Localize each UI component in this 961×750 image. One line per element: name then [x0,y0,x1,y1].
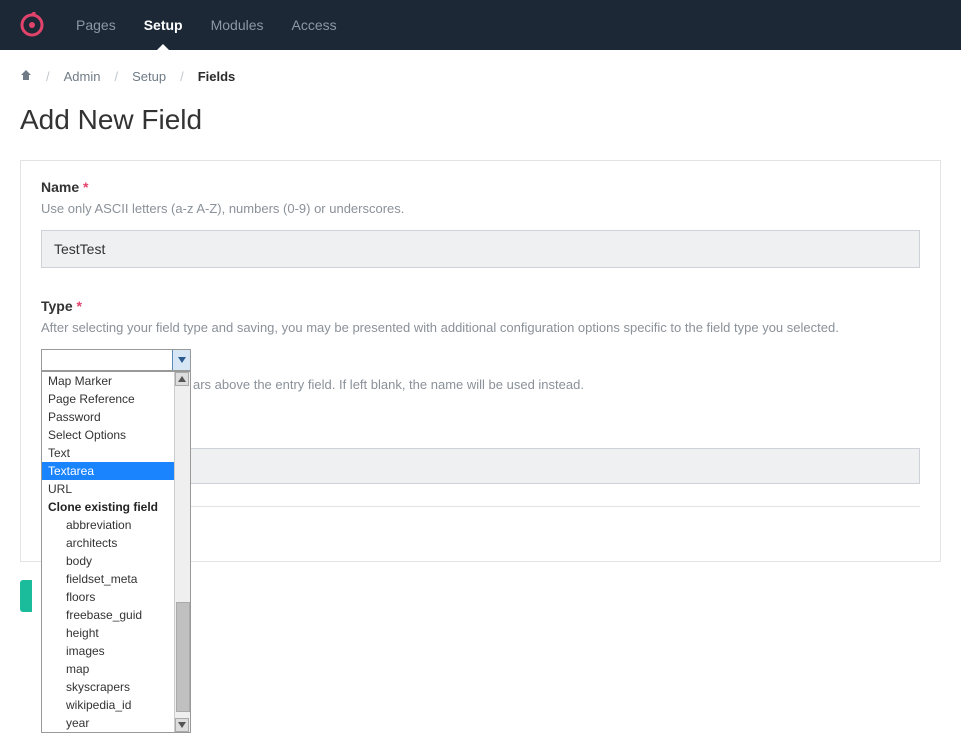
type-select-value [42,350,172,370]
name-label: Name * [41,179,920,195]
clone-floors[interactable]: floors [42,588,174,606]
home-icon[interactable] [20,68,32,84]
option-textarea[interactable]: Textarea [42,462,174,480]
nav-setup[interactable]: Setup [144,0,183,50]
logo-icon[interactable] [18,11,46,39]
option-text[interactable]: Text [42,444,174,462]
form-panel: Name * Use only ASCII letters (a-z A-Z),… [20,160,941,562]
field-type-group: Type * After selecting your field type a… [41,298,920,507]
clone-year[interactable]: year [42,714,174,732]
chevron-down-icon[interactable] [172,350,190,370]
scroll-up-icon[interactable] [175,372,189,386]
option-select-options[interactable]: Select Options [42,426,174,444]
content-area: / Admin / Setup / Fields Add New Field N… [0,50,961,650]
clone-header: Clone existing field [42,498,174,516]
nav-links: Pages Setup Modules Access [76,0,337,50]
type-help: After selecting your field type and savi… [41,320,920,335]
type-select-display[interactable] [41,349,191,371]
clone-map[interactable]: map [42,660,174,678]
required-marker: * [77,298,82,314]
dropdown-scrollbar[interactable] [174,372,190,732]
page-title: Add New Field [20,104,941,136]
crumb-setup[interactable]: Setup [132,69,166,84]
nav-access[interactable]: Access [292,0,337,50]
nav-modules[interactable]: Modules [211,0,264,50]
option-url[interactable]: URL [42,480,174,498]
name-input[interactable] [41,230,920,268]
option-map-marker[interactable]: Map Marker [42,372,174,390]
label-field-help-fragment: ars above the entry field. If left blank… [193,377,920,392]
type-select[interactable]: Map Marker Page Reference Password Selec… [41,349,191,371]
crumb-fields[interactable]: Fields [198,69,236,84]
breadcrumb: / Admin / Setup / Fields [20,68,941,84]
dropdown-list: Map Marker Page Reference Password Selec… [42,372,174,732]
clone-fieldset-meta[interactable]: fieldset_meta [42,570,174,588]
breadcrumb-sep: / [114,69,118,84]
clone-height[interactable]: height [42,624,174,642]
nav-pages[interactable]: Pages [76,0,116,50]
crumb-admin[interactable]: Admin [64,69,101,84]
breadcrumb-sep: / [46,69,50,84]
type-dropdown: Map Marker Page Reference Password Selec… [41,371,191,733]
clone-skyscrapers[interactable]: skyscrapers [42,678,174,696]
save-button[interactable] [20,580,32,612]
scroll-down-icon[interactable] [175,718,189,732]
required-marker: * [83,179,88,195]
clone-images[interactable]: images [42,642,174,660]
type-label: Type * [41,298,920,314]
clone-wikipedia-id[interactable]: wikipedia_id [42,696,174,714]
scroll-thumb[interactable] [176,602,190,712]
name-help: Use only ASCII letters (a-z A-Z), number… [41,201,920,216]
clone-freebase-guid[interactable]: freebase_guid [42,606,174,624]
top-nav: Pages Setup Modules Access [0,0,961,50]
breadcrumb-sep: / [180,69,184,84]
field-name-group: Name * Use only ASCII letters (a-z A-Z),… [41,179,920,268]
option-password[interactable]: Password [42,408,174,426]
option-page-reference[interactable]: Page Reference [42,390,174,408]
clone-abbreviation[interactable]: abbreviation [42,516,174,534]
clone-body[interactable]: body [42,552,174,570]
clone-architects[interactable]: architects [42,534,174,552]
